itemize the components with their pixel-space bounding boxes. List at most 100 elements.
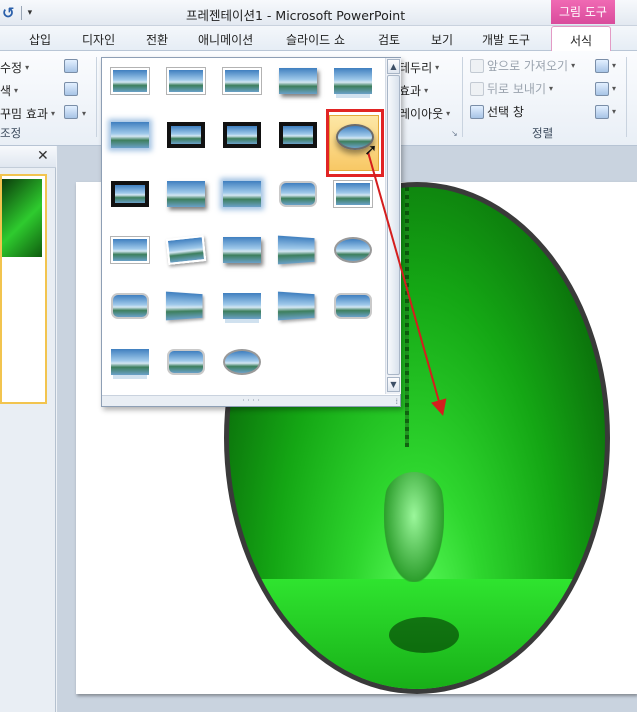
chevron-down-icon: ▾ xyxy=(446,109,451,118)
rotate-icon[interactable] xyxy=(595,105,609,119)
gallery-preview-image xyxy=(111,293,149,319)
chevron-down-icon: ▾ xyxy=(50,109,55,118)
selection-pane-button[interactable]: 선택 창 xyxy=(470,103,524,120)
gallery-item-bevel-perspective[interactable] xyxy=(277,234,319,268)
dialog-launcher-icon[interactable]: ↘ xyxy=(451,129,458,138)
window-title: 프레젠테이션1 - Microsoft PowerPoint xyxy=(186,8,406,23)
close-icon[interactable]: ✕ xyxy=(37,148,49,164)
gallery-item-reflected-bevel-white[interactable] xyxy=(109,346,151,380)
chevron-down-icon: ▾ xyxy=(25,63,30,72)
color-button[interactable]: 색 ▾ xyxy=(0,82,18,99)
gallery-preview-image xyxy=(223,349,261,375)
gallery-item-metal-frame[interactable] xyxy=(221,65,263,99)
chevron-down-icon: ▾ xyxy=(82,109,87,118)
compress-pictures-icon[interactable] xyxy=(64,59,78,73)
gallery-preview-image xyxy=(279,122,317,148)
gallery-item-drop-shadow-rectangle[interactable] xyxy=(277,65,319,99)
gallery-item-metal-rounded[interactable] xyxy=(165,346,207,380)
gallery-item-double-frame-black[interactable] xyxy=(165,119,207,153)
gallery-preview-image xyxy=(167,181,205,207)
send-backward-label: 뒤로 보내기 xyxy=(487,82,547,96)
slides-pane: ✕ xyxy=(0,146,56,712)
gallery-item-snip-diagonal[interactable] xyxy=(277,178,319,212)
chevron-down-icon: ▾ xyxy=(14,86,19,95)
gallery-item-reflected-rounded-rectangle[interactable] xyxy=(332,65,374,99)
picture-border-label: 테두리 xyxy=(399,61,433,75)
bring-forward-label: 앞으로 가져오기 xyxy=(487,59,569,73)
resize-dots: · · · · xyxy=(242,396,260,405)
scroll-thumb[interactable] xyxy=(387,75,400,375)
chevron-down-icon: ▾ xyxy=(612,107,617,116)
group-objects-icon[interactable] xyxy=(595,82,609,96)
picture-effects-button[interactable]: 효과 ▾ xyxy=(399,82,428,99)
tab-insert[interactable]: 삽입 xyxy=(29,31,51,48)
gallery-item-simple-frame-white[interactable] xyxy=(109,65,151,99)
tab-review[interactable]: 검토 xyxy=(378,31,400,48)
gallery-preview-image xyxy=(334,68,372,94)
gallery-item-reflected-perspective-right[interactable] xyxy=(277,290,319,324)
gallery-resize-bar[interactable]: · · · · ⁞ xyxy=(102,395,400,406)
picture-tools-context-label: 그림 도구 xyxy=(551,0,615,24)
picture-layout-button[interactable]: 레이아웃 ▾ xyxy=(399,105,450,122)
gallery-scrollbar[interactable]: ▲ ▼ xyxy=(385,58,401,394)
picture-effects-label: 효과 xyxy=(399,84,422,98)
customize-qat-button[interactable]: ▾ xyxy=(28,8,33,18)
undo-icon[interactable]: ↺ xyxy=(2,4,15,22)
mouse-cursor-icon: ➚ xyxy=(364,140,378,159)
gallery-preview-image xyxy=(334,181,372,207)
change-picture-icon[interactable] xyxy=(64,82,78,96)
resize-grip-icon[interactable]: ⁞ xyxy=(395,397,398,407)
tab-design[interactable]: 디자인 xyxy=(82,31,115,48)
quick-access-toolbar: ↺ ▾ xyxy=(2,4,32,22)
gallery-preview-image xyxy=(334,237,372,263)
bring-forward-button[interactable]: 앞으로 가져오기 ▾ xyxy=(470,57,575,74)
scroll-up-button[interactable]: ▲ xyxy=(387,59,400,74)
artistic-effects-label: 꾸밈 효과 xyxy=(0,107,48,121)
chevron-down-icon: ▾ xyxy=(571,61,576,70)
chevron-down-icon: ▾ xyxy=(549,84,554,93)
gallery-item-bevel-rectangle[interactable] xyxy=(109,290,151,324)
gallery-item-thick-matte-black[interactable] xyxy=(221,119,263,153)
group-divider xyxy=(626,57,627,137)
gallery-item-compound-frame-black[interactable] xyxy=(109,178,151,212)
corrections-label: 수정 xyxy=(0,61,23,75)
slide-thumbnail[interactable] xyxy=(0,174,47,404)
gallery-preview-image xyxy=(167,68,205,94)
gallery-preview-image xyxy=(277,235,315,265)
send-backward-button[interactable]: 뒤로 보내기 ▾ xyxy=(470,80,553,97)
gallery-item-perspective-shadow[interactable] xyxy=(165,234,207,268)
slides-pane-header: ✕ xyxy=(0,146,56,168)
figure-shadow xyxy=(389,617,459,653)
align-icon[interactable] xyxy=(595,59,609,73)
gallery-preview-image xyxy=(223,181,261,207)
gallery-item-relaxed-perspective[interactable] xyxy=(221,234,263,268)
title-bar: ↺ ▾ 프레젠테이션1 - Microsoft PowerPoint 그림 도구 xyxy=(0,0,637,26)
tab-format[interactable]: 서식 xyxy=(551,26,612,52)
picture-border-button[interactable]: 테두리 ▾ xyxy=(399,59,439,76)
gallery-item-bevel-perspective-left[interactable] xyxy=(165,290,207,324)
gallery-item-simple-frame-black[interactable] xyxy=(277,119,319,153)
gallery-item-metal-oval-2[interactable] xyxy=(221,346,263,380)
gallery-item-reflected-bevel[interactable] xyxy=(221,290,263,324)
gallery-item-beveled-matte-white[interactable] xyxy=(165,65,207,99)
scroll-down-button[interactable]: ▼ xyxy=(387,377,400,392)
gallery-item-rotated-white[interactable] xyxy=(109,234,151,268)
chevron-down-icon: ▾ xyxy=(435,63,440,72)
gallery-item-metal-rounded-rectangle[interactable] xyxy=(332,290,374,324)
tab-transitions[interactable]: 전환 xyxy=(146,31,168,48)
tab-animations[interactable]: 애니메이션 xyxy=(198,31,253,48)
group-divider xyxy=(96,57,97,137)
reset-picture-icon[interactable] xyxy=(64,105,78,119)
corrections-button[interactable]: 수정 ▾ xyxy=(0,59,29,76)
tab-slideshow[interactable]: 슬라이드 쇼 xyxy=(286,31,345,48)
artistic-effects-button[interactable]: 꾸밈 효과 ▾ xyxy=(0,105,55,122)
tab-developer[interactable]: 개발 도구 xyxy=(482,31,530,48)
gallery-item-moderate-frame-white[interactable] xyxy=(332,178,374,212)
gallery-preview-image xyxy=(111,349,149,375)
gallery-item-soft-edge-rectangle[interactable] xyxy=(109,119,151,153)
gallery-item-soft-edge-oval[interactable] xyxy=(221,178,263,212)
gallery-item-soft-edge-oval-2[interactable] xyxy=(332,234,374,268)
gallery-item-center-shadow-rectangle[interactable] xyxy=(165,178,207,212)
tab-view[interactable]: 보기 xyxy=(431,31,453,48)
chevron-down-icon: ▾ xyxy=(612,61,617,70)
